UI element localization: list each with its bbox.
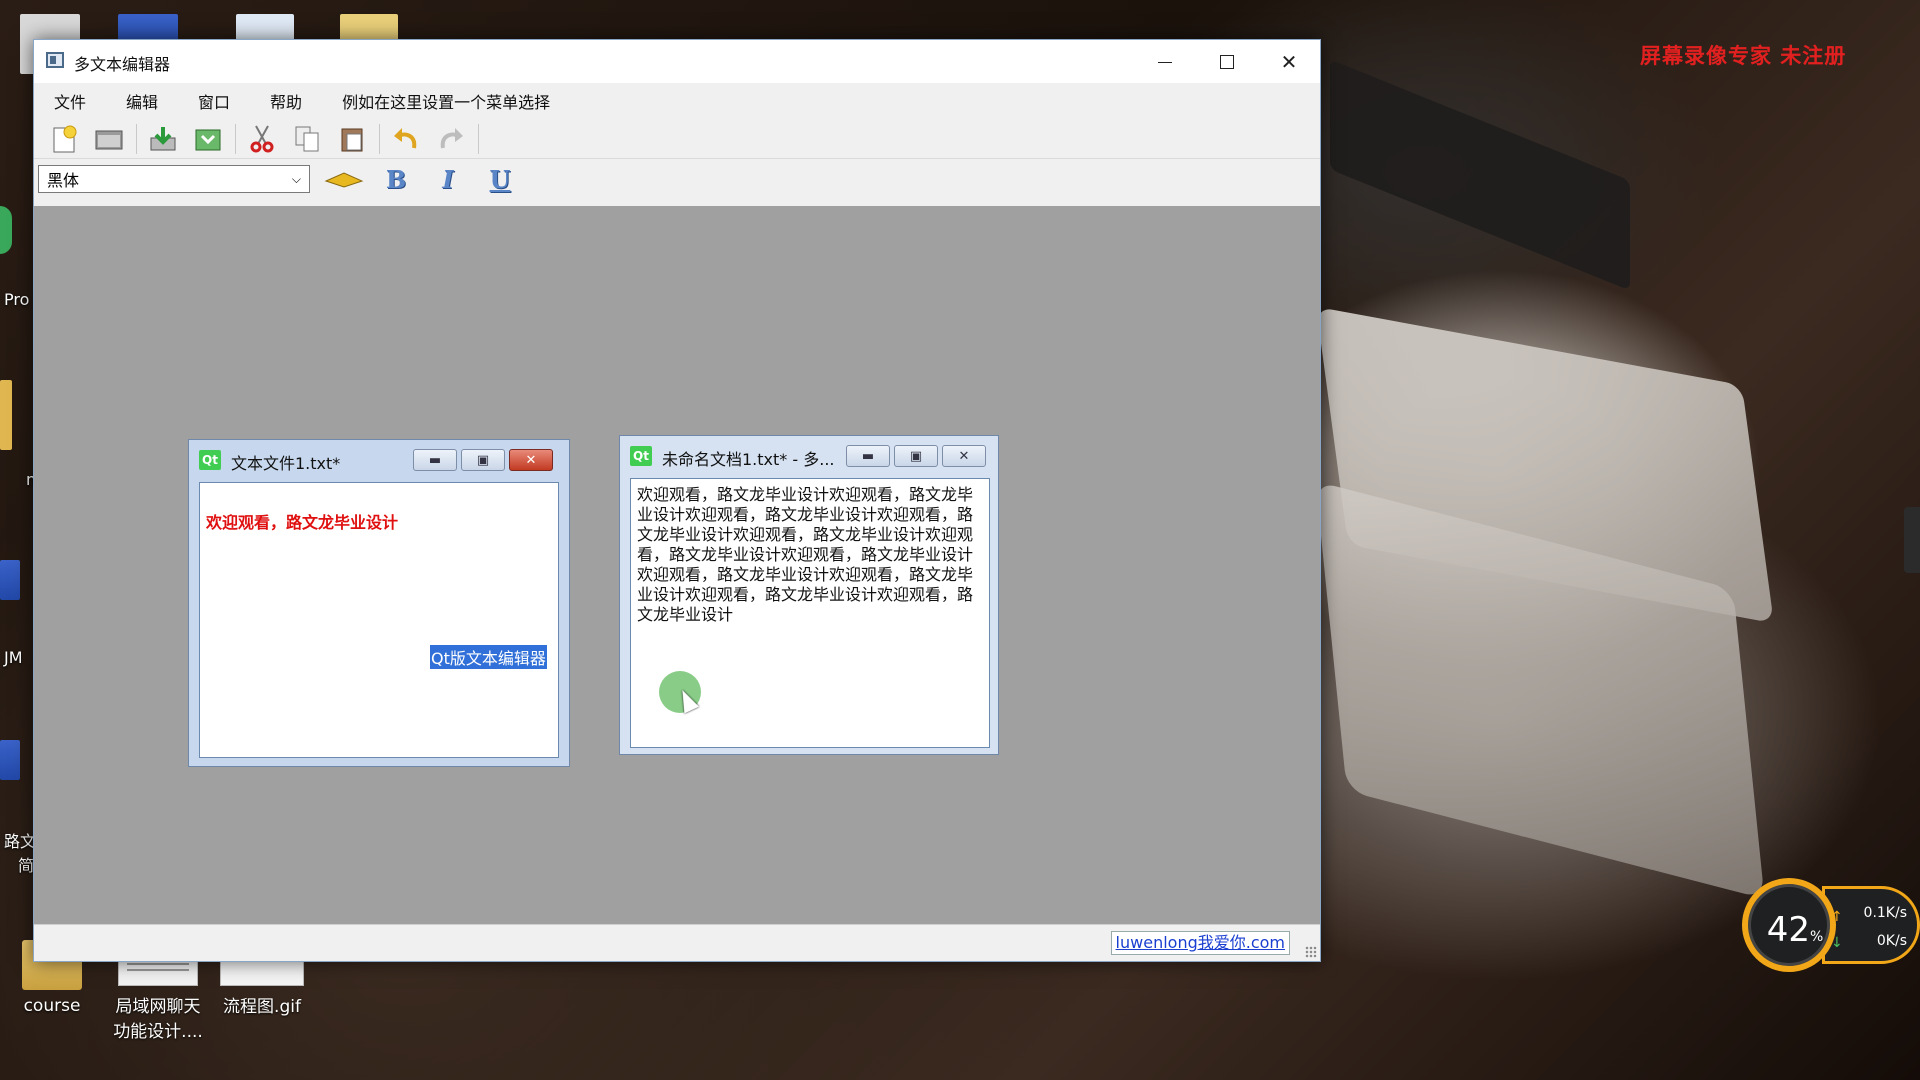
minimize-button[interactable] (1134, 40, 1196, 83)
child-minimize-button[interactable]: ▬ (846, 445, 890, 467)
app-icon (46, 52, 64, 68)
text-editor-area[interactable]: 欢迎观看，路文龙毕业设计欢迎观看，路文龙毕业设计欢迎观看，路文龙毕业设计欢迎观看… (630, 478, 990, 748)
qt-logo-icon: Qt (630, 446, 652, 466)
child-title-bar[interactable]: Qt 未命名文档1.txt* - 多... ▬ ▣ ✕ (620, 436, 998, 472)
editor-selected-text: Qt版文本编辑器 (430, 645, 547, 669)
new-file-icon (53, 125, 77, 152)
chevron-down-icon: ⌵ (291, 171, 301, 186)
minimize-icon (1158, 62, 1172, 63)
restore-icon: ▣ (909, 448, 923, 464)
menu-window[interactable]: 窗口 (186, 89, 242, 113)
memory-gauge: 42% (1742, 878, 1836, 972)
child-title-bar[interactable]: Qt 文本文件1.txt* ▬ ▣ ✕ (189, 440, 569, 476)
underline-button[interactable]: U (478, 164, 522, 194)
bold-button[interactable]: B (374, 164, 418, 194)
folder-icon[interactable] (0, 380, 12, 450)
child-window-untitled[interactable]: Qt 未命名文档1.txt* - 多... ▬ ▣ ✕ 欢迎观看，路文龙毕业设计… (619, 435, 999, 755)
child-title: 未命名文档1.txt* - 多... (662, 450, 835, 469)
close-icon: ✕ (525, 452, 537, 468)
child-restore-button[interactable]: ▣ (461, 449, 505, 471)
copy-button[interactable] (289, 121, 325, 157)
gauge-value: 42% (1748, 910, 1842, 950)
child-restore-button[interactable]: ▣ (894, 445, 938, 467)
child-minimize-button[interactable]: ▬ (413, 449, 457, 471)
redo-icon (440, 127, 463, 148)
desktop-icon-label: course (23, 996, 81, 1016)
child-window-text-file[interactable]: Qt 文本文件1.txt* ▬ ▣ ✕ 欢迎观看，路文龙毕业设计 Qt版文本编辑… (188, 439, 570, 767)
desktop-icon-label: 流程图.gif (223, 997, 301, 1017)
minimize-icon: ▬ (428, 452, 442, 468)
menu-help[interactable]: 帮助 (258, 89, 314, 113)
menu-file[interactable]: 文件 (42, 89, 98, 113)
menu-edit[interactable]: 编辑 (114, 89, 170, 113)
word-doc-icon[interactable] (0, 740, 20, 780)
undo-button[interactable] (388, 121, 424, 157)
mdi-area[interactable]: Qt 文本文件1.txt* ▬ ▣ ✕ 欢迎观看，路文龙毕业设计 Qt版文本编辑… (34, 206, 1320, 924)
word-doc-icon[interactable] (0, 560, 20, 600)
minimize-icon: ▬ (861, 448, 875, 464)
side-panel-tab[interactable] (1904, 507, 1920, 573)
gauge-percent-unit: % (1809, 929, 1824, 945)
window-title: 多文本编辑器 (74, 55, 171, 74)
child-close-button[interactable]: ✕ (509, 449, 553, 471)
font-select[interactable]: 黑体 ⌵ (38, 165, 310, 193)
restore-icon: ▣ (476, 452, 490, 468)
format-toolbar: 黑体 ⌵ B I U (34, 159, 1320, 199)
status-link[interactable]: luwenlong我爱你.com (1110, 931, 1290, 955)
desktop-label-lu: 路文 (4, 832, 37, 851)
open-button[interactable] (91, 121, 127, 157)
download-speed: 0K/s (1876, 933, 1907, 949)
italic-button[interactable]: I (426, 164, 470, 194)
title-bar[interactable]: 多文本编辑器 ✕ (34, 40, 1320, 83)
text-editor-area[interactable]: 欢迎观看，路文龙毕业设计 Qt版文本编辑器 (199, 482, 559, 758)
maximize-button[interactable] (1196, 40, 1258, 83)
recorder-watermark: 屏幕录像专家 未注册 (1640, 43, 1847, 68)
redo-button[interactable] (433, 121, 469, 157)
close-icon: ✕ (958, 448, 970, 464)
desktop-label-jian: 简 (18, 856, 35, 875)
maximize-icon (1220, 54, 1234, 69)
menu-example[interactable]: 例如在这里设置一个菜单选择 (330, 89, 562, 113)
cut-button[interactable] (244, 121, 280, 157)
status-bar: luwenlong我爱你.com (34, 924, 1320, 961)
upload-speed: 0.1K/s (1863, 905, 1907, 921)
desktop-label-pro: Pro (4, 290, 30, 309)
qt-logo-icon: Qt (199, 450, 221, 470)
cut-icon (250, 125, 274, 152)
save-as-icon (195, 129, 221, 150)
font-select-value: 黑体 (47, 171, 80, 190)
paste-icon (341, 128, 363, 151)
editor-body-text: 欢迎观看，路文龙毕业设计欢迎观看，路文龙毕业设计欢迎观看，路文龙毕业设计欢迎观看… (637, 485, 974, 624)
desktop-icon-label: 局域网聊天功能设计.... (113, 997, 203, 1042)
resize-grip-icon[interactable] (1305, 946, 1317, 958)
gauge-percent: 42 (1766, 910, 1810, 950)
toolbar-separator (379, 123, 380, 154)
network-speed-widget[interactable]: ↑ ↓ 0.1K/s 0K/s 42% (1742, 878, 1920, 972)
save-button[interactable] (145, 121, 181, 157)
child-close-button[interactable]: ✕ (942, 445, 986, 467)
editor-red-text: 欢迎观看，路文龙毕业设计 (206, 513, 399, 532)
desktop-label-jm: JM (4, 648, 23, 667)
close-icon: ✕ (1280, 49, 1298, 74)
menu-bar: 文件 编辑 窗口 帮助 例如在这里设置一个菜单选择 (34, 83, 1320, 119)
child-title: 文本文件1.txt* (231, 454, 341, 473)
new-file-button[interactable] (46, 121, 82, 157)
close-button[interactable]: ✕ (1258, 40, 1320, 83)
undo-icon (394, 127, 417, 148)
toolbar-separator (136, 123, 137, 154)
main-toolbar (34, 119, 1320, 159)
open-folder-icon (95, 130, 123, 149)
background-keyboard (1330, 59, 1630, 291)
font-color-button[interactable] (322, 164, 366, 194)
font-color-icon (324, 172, 364, 188)
app-shortcut-icon[interactable] (0, 206, 12, 254)
paste-button[interactable] (334, 121, 370, 157)
save-as-button[interactable] (190, 121, 226, 157)
copy-icon (295, 126, 319, 151)
main-window: 多文本编辑器 ✕ 文件 编辑 窗口 帮助 例如在这里设置一个菜单选择 黑体 ⌵ … (33, 39, 1321, 962)
save-icon (150, 126, 176, 150)
toolbar-separator (478, 123, 479, 154)
toolbar-separator (235, 123, 236, 154)
